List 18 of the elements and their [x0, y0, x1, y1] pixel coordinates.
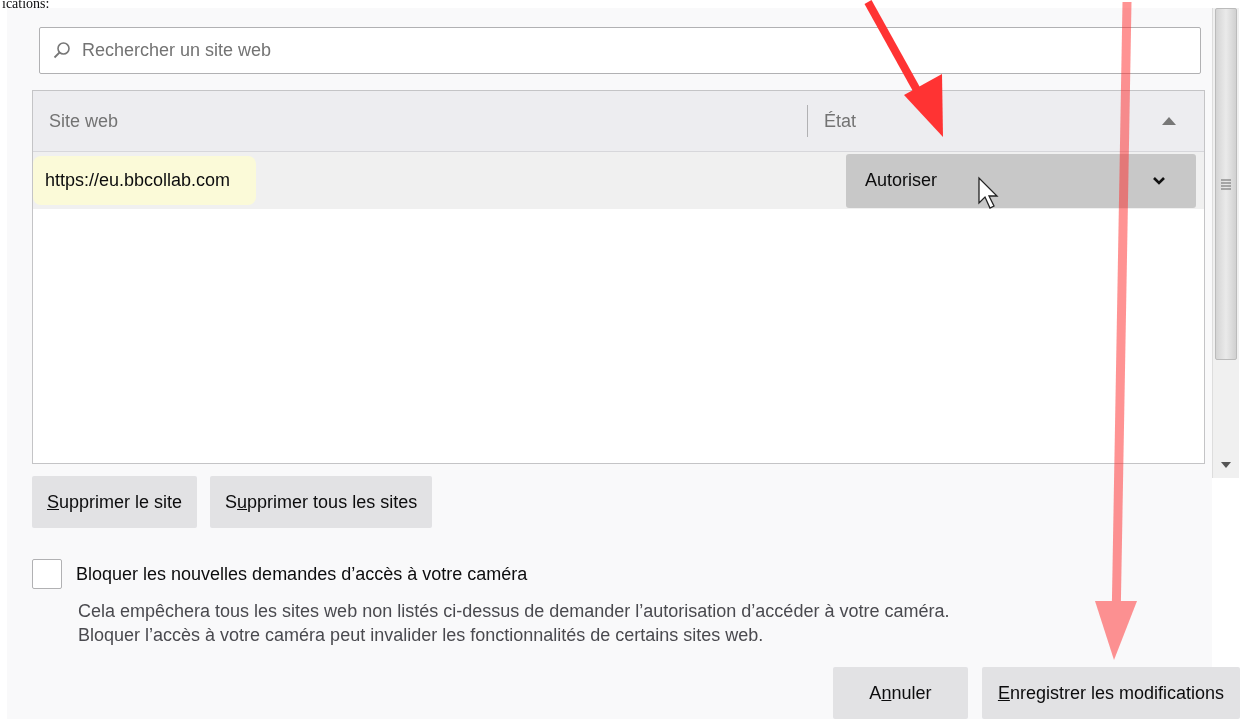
scrollbar-thumb[interactable]: [1215, 8, 1237, 360]
search-icon: [53, 41, 71, 59]
search-field[interactable]: Rechercher un site web: [39, 27, 1201, 74]
status-dropdown[interactable]: Autoriser: [846, 153, 1196, 208]
scroll-down-icon[interactable]: [1221, 462, 1231, 468]
checkbox[interactable]: [32, 559, 62, 589]
mouse-cursor-icon: [978, 176, 999, 209]
column-header[interactable]: Site web: [33, 91, 807, 151]
checkbox-label[interactable]: Bloquer les nouvelles demandes d’accès à votre caméra: [76, 563, 528, 585]
site-url: https://eu.bbcollab.com: [33, 156, 257, 205]
remove-button[interactable]: Supprimer le site: [32, 476, 198, 528]
dialog-button[interactable]: Enregistrer les modifications: [981, 667, 1240, 719]
scrollbar[interactable]: [1212, 8, 1239, 478]
dialog-button[interactable]: Annuler: [832, 667, 968, 719]
chevron-down-icon: [1152, 176, 1166, 185]
table-row[interactable]: https://eu.bbcollab.com Autoriser: [33, 152, 1204, 209]
description-text: Cela empêchera tous les sites web non listés ci-dessus de demander l’autorisation d’accéder à votre caméra. Bloquer l’accès à votre caméra peut invalider les fonctionnalités de certains sites web.: [78, 600, 951, 647]
remove-button[interactable]: Supprimer tous les sites: [210, 476, 433, 528]
